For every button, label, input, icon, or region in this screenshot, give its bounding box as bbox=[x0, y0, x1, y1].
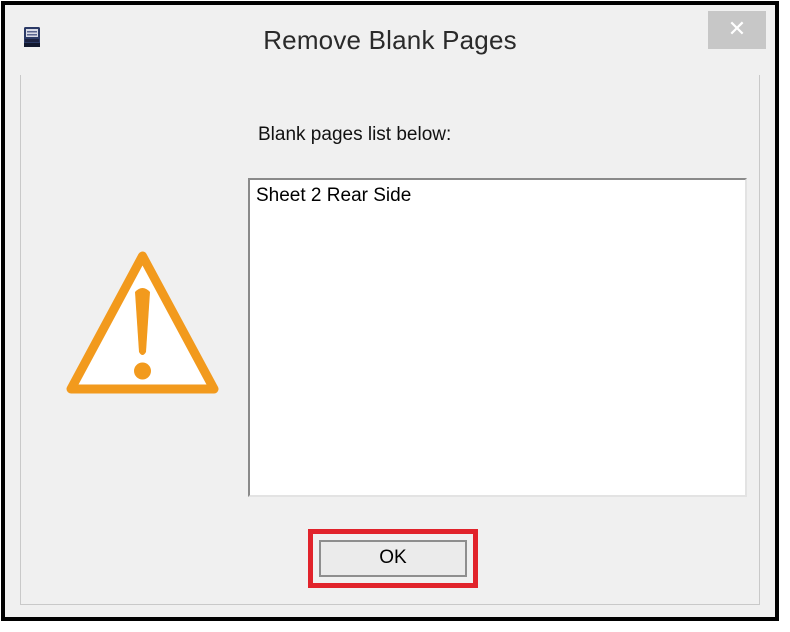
close-button[interactable]: ✕ bbox=[708, 11, 766, 49]
blank-pages-listbox[interactable]: Sheet 2 Rear Side bbox=[248, 178, 747, 497]
dialog-window: Remove Blank Pages ✕ Blank pages list be… bbox=[1, 1, 779, 621]
warning-icon bbox=[65, 250, 220, 395]
title-bar[interactable]: Remove Blank Pages ✕ bbox=[5, 5, 775, 75]
ok-button[interactable]: OK bbox=[319, 540, 467, 577]
ok-button-highlight: OK bbox=[308, 529, 478, 588]
list-item[interactable]: Sheet 2 Rear Side bbox=[256, 185, 411, 207]
window-title: Remove Blank Pages bbox=[263, 25, 517, 55]
dialog-body: Blank pages list below: Sheet 2 Rear Sid… bbox=[20, 75, 760, 605]
close-icon: ✕ bbox=[727, 16, 747, 41]
list-label: Blank pages list below: bbox=[258, 124, 452, 145]
